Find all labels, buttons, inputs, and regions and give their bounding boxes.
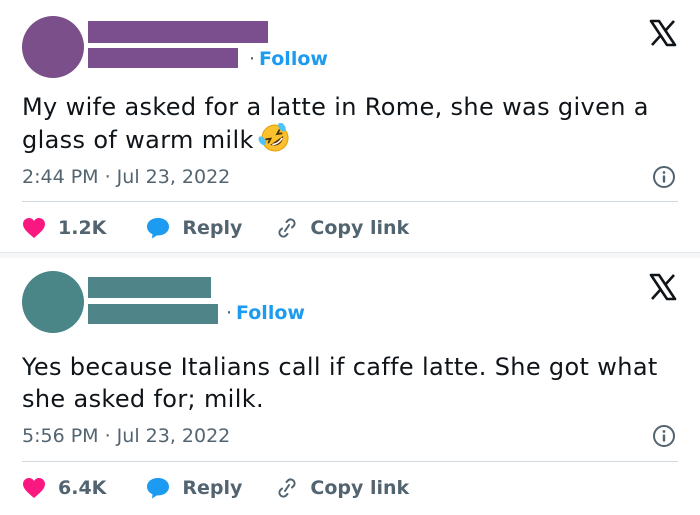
- redacted-display-name: [88, 21, 268, 43]
- like-count: 6.4K: [58, 477, 107, 499]
- copy-link-button[interactable]: Copy link: [274, 476, 409, 500]
- tweet-timestamp[interactable]: 2:44 PM · Jul 23, 2022: [22, 166, 230, 188]
- info-icon[interactable]: [652, 165, 676, 189]
- like-button[interactable]: 6.4K: [22, 477, 106, 499]
- heart-icon: [23, 478, 45, 498]
- like-count: 1.2K: [58, 217, 107, 239]
- rolling-on-floor-laughing-icon: [258, 123, 289, 152]
- reply-bubble-icon: [147, 478, 170, 499]
- divider: [22, 201, 678, 202]
- action-bar: 1.2K Reply Copy link: [22, 213, 409, 243]
- info-icon[interactable]: [652, 424, 676, 448]
- follow-button[interactable]: Follow: [259, 48, 328, 70]
- follow-row: · Follow: [249, 48, 328, 70]
- tweet-timestamp[interactable]: 5:56 PM · Jul 23, 2022: [22, 425, 230, 447]
- tweet-card: · Follow My wife asked for a latte in Rom…: [0, 0, 700, 253]
- link-icon: [278, 478, 296, 498]
- x-logo-icon[interactable]: [648, 272, 678, 302]
- redacted-username: [88, 48, 238, 68]
- copy-link-button[interactable]: Copy link: [274, 216, 409, 240]
- like-button[interactable]: 1.2K: [22, 217, 106, 239]
- avatar[interactable]: [22, 271, 84, 333]
- redacted-username: [88, 304, 218, 324]
- reply-button[interactable]: Reply: [146, 217, 242, 239]
- separator-dot: ·: [226, 302, 233, 324]
- link-icon: [278, 218, 296, 238]
- x-logo-icon[interactable]: [648, 18, 678, 48]
- reply-button[interactable]: Reply: [146, 477, 242, 499]
- reply-label: Reply: [182, 477, 243, 499]
- tweet-body: Yes because Italians call if caffe latte…: [22, 353, 658, 413]
- tweet-body: My wife asked for a latte in Rome, she w…: [22, 93, 649, 154]
- copy-link-label: Copy link: [310, 217, 410, 239]
- tweet-text: My wife asked for a latte in Rome, she w…: [22, 91, 682, 156]
- divider: [22, 461, 678, 462]
- follow-row: · Follow: [226, 302, 305, 324]
- reply-bubble-icon: [147, 218, 170, 239]
- reply-label: Reply: [182, 217, 243, 239]
- separator-dot: ·: [249, 48, 256, 70]
- heart-icon: [23, 218, 45, 238]
- copy-link-label: Copy link: [310, 477, 410, 499]
- tweet-card: · Follow Yes because Italians call if caf…: [0, 258, 700, 515]
- avatar[interactable]: [22, 16, 84, 78]
- action-bar: 6.4K Reply Copy link: [22, 473, 409, 503]
- follow-button[interactable]: Follow: [236, 302, 305, 324]
- tweet-text: Yes because Italians call if caffe latte…: [22, 351, 682, 415]
- redacted-display-name: [88, 277, 211, 298]
